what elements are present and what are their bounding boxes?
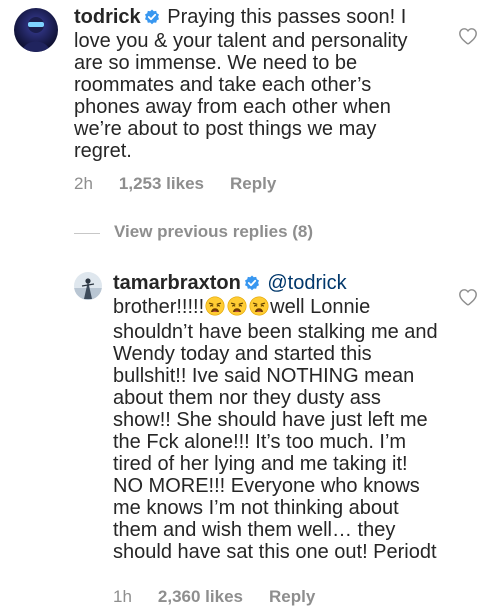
- comment-meta: 1h 2,360 likes Reply: [113, 587, 341, 607]
- comment-meta: 2h 1,253 likes Reply: [74, 174, 302, 194]
- reply-button[interactable]: Reply: [269, 587, 315, 606]
- comment-text: Praying this passes soon! I love you & y…: [74, 6, 414, 162]
- reply-button[interactable]: Reply: [230, 174, 276, 193]
- tamarbraxton-avatar-icon: [74, 272, 102, 300]
- mention-link[interactable]: @todrick: [267, 272, 346, 294]
- comment-likes[interactable]: 2,360 likes: [158, 587, 243, 606]
- like-heart-icon[interactable]: [458, 288, 478, 306]
- comment-time: 2h: [74, 174, 93, 193]
- comment-text-rest: well Lonnie shouldn’t have been stalking…: [113, 296, 444, 563]
- comment-username[interactable]: todrick: [74, 6, 141, 28]
- view-replies-divider: [74, 233, 100, 234]
- view-previous-replies-button[interactable]: View previous replies (8): [114, 222, 313, 242]
- weary-face-emoji-icon: [249, 296, 269, 321]
- like-heart-icon[interactable]: [458, 27, 478, 45]
- avatar-todrick[interactable]: [14, 8, 58, 52]
- emoji-group: [204, 296, 270, 318]
- verified-badge-icon: [144, 8, 160, 30]
- comment-username[interactable]: tamarbraxton: [113, 272, 241, 294]
- comment-time: 1h: [113, 587, 132, 606]
- avatar-tamarbraxton[interactable]: [74, 272, 102, 300]
- todrick-avatar-icon: [14, 8, 58, 52]
- weary-face-emoji-icon: [205, 296, 225, 321]
- comment-body: tamarbraxton @todrick brother!!!!! well L…: [113, 272, 443, 563]
- verified-badge-icon: [244, 274, 260, 296]
- comment-likes[interactable]: 1,253 likes: [119, 174, 204, 193]
- comment-text-start: brother!!!!!: [113, 296, 205, 318]
- weary-face-emoji-icon: [227, 296, 247, 321]
- comment-body: todrick Praying this passes soon! I love…: [74, 6, 414, 162]
